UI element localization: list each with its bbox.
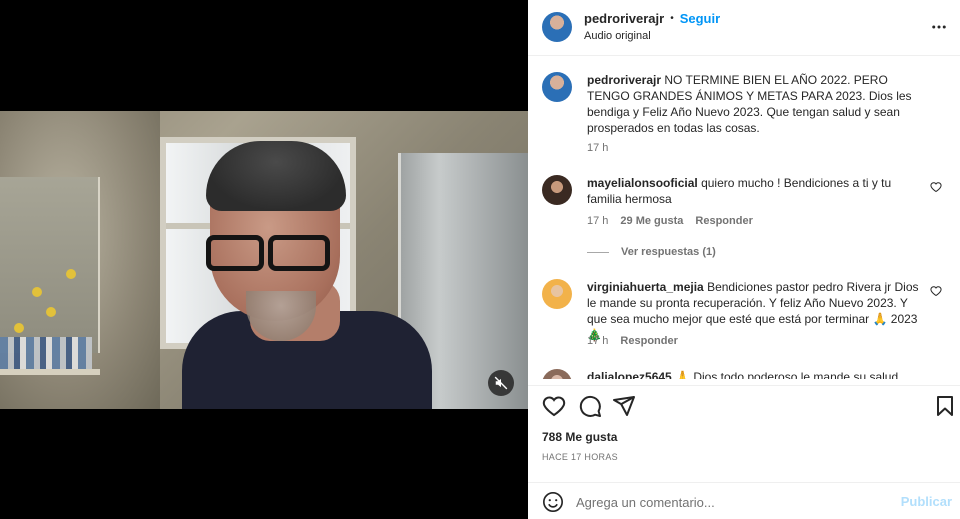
video-frame-shelf	[0, 369, 100, 375]
audio-label[interactable]: Audio original	[584, 30, 651, 42]
caption: pedroriverajr NO TERMINE BIEN EL AÑO 202…	[542, 72, 942, 162]
comment-text: dalialopez5645 🙏 Dios todo poderoso le m…	[587, 369, 927, 379]
comment-item-partial: dalialopez5645 🙏 Dios todo poderoso le m…	[542, 369, 942, 379]
divider	[587, 251, 609, 253]
comment-text: virginiahuerta_mejia Bendiciones pastor …	[587, 279, 927, 343]
comment-icon[interactable]	[578, 394, 602, 418]
comment-username[interactable]: virginiahuerta_mejia	[587, 280, 704, 294]
comment-item: virginiahuerta_mejia Bendiciones pastor …	[542, 279, 942, 359]
comment-body: 🙏 Dios todo poderoso le mande su salud	[675, 370, 899, 379]
reply-button[interactable]: Responder	[695, 215, 752, 227]
more-horizontal-icon[interactable]	[930, 18, 948, 36]
emoji-icon[interactable]	[542, 491, 564, 513]
comment-composer: Publicar	[528, 482, 960, 519]
heart-icon[interactable]	[930, 285, 942, 297]
view-replies-button[interactable]: Ver respuestas (1)	[587, 246, 716, 258]
send-icon[interactable]	[612, 394, 636, 418]
comment-username[interactable]: dalialopez5645	[587, 370, 672, 379]
comment-likes[interactable]: 29 Me gusta	[620, 215, 683, 227]
caption-username[interactable]: pedroriverajr	[587, 73, 661, 87]
comment-meta: 17 h 29 Me gusta Responder	[587, 215, 753, 227]
likes-count[interactable]: 788 Me gusta	[542, 430, 617, 444]
video-frame-flower	[14, 323, 24, 333]
post-actions	[528, 385, 960, 425]
reply-button[interactable]: Responder	[620, 335, 677, 347]
video-frame-flower	[46, 307, 56, 317]
post-author-username[interactable]: pedroriverajr	[584, 11, 664, 26]
post-details-panel: pedroriverajr • Seguir Audio original pe…	[528, 0, 960, 519]
separator-dot: •	[670, 13, 674, 24]
follow-button[interactable]: Seguir	[680, 11, 720, 26]
heart-icon[interactable]	[542, 394, 566, 418]
caption-text: pedroriverajr NO TERMINE BIEN EL AÑO 202…	[587, 72, 927, 136]
caption-meta: 17 h	[587, 142, 608, 154]
media-viewer	[0, 0, 528, 519]
speaker-muted-icon	[494, 376, 508, 390]
heart-icon[interactable]	[930, 181, 942, 193]
comment-username[interactable]: mayelialonsooficial	[587, 176, 698, 190]
comment-input[interactable]	[576, 492, 896, 512]
post-header: pedroriverajr • Seguir Audio original	[528, 0, 960, 56]
comment-meta: 17 h Responder	[587, 335, 678, 347]
avatar[interactable]	[542, 12, 572, 42]
video-frame-flower	[66, 269, 76, 279]
comments-list[interactable]: pedroriverajr NO TERMINE BIEN EL AÑO 202…	[528, 57, 960, 385]
video-frame-flower	[32, 287, 42, 297]
comment-item: mayelialonsooficial quiero mucho ! Bendi…	[542, 175, 942, 261]
mute-toggle-button[interactable]	[488, 370, 514, 396]
comment-time[interactable]: 17 h	[587, 335, 608, 347]
avatar[interactable]	[542, 175, 572, 205]
video-frame-bottles	[0, 337, 92, 369]
post-timestamp[interactable]: HACE 17 HORAS	[542, 452, 618, 462]
bookmark-icon[interactable]	[933, 394, 957, 418]
video-frame-person-hair	[206, 141, 346, 211]
comment-time[interactable]: 17 h	[587, 215, 608, 227]
video-frame-glasses	[268, 235, 330, 271]
video-frame-glasses	[206, 235, 264, 271]
comment-text: mayelialonsooficial quiero mucho ! Bendi…	[587, 175, 927, 207]
caption-time[interactable]: 17 h	[587, 142, 608, 154]
avatar[interactable]	[542, 369, 572, 379]
video-player[interactable]	[0, 111, 528, 409]
post-header-row: pedroriverajr • Seguir	[584, 11, 720, 26]
avatar[interactable]	[542, 72, 572, 102]
publish-button[interactable]: Publicar	[901, 494, 952, 509]
view-replies-label: Ver respuestas (1)	[621, 246, 716, 258]
avatar[interactable]	[542, 279, 572, 309]
